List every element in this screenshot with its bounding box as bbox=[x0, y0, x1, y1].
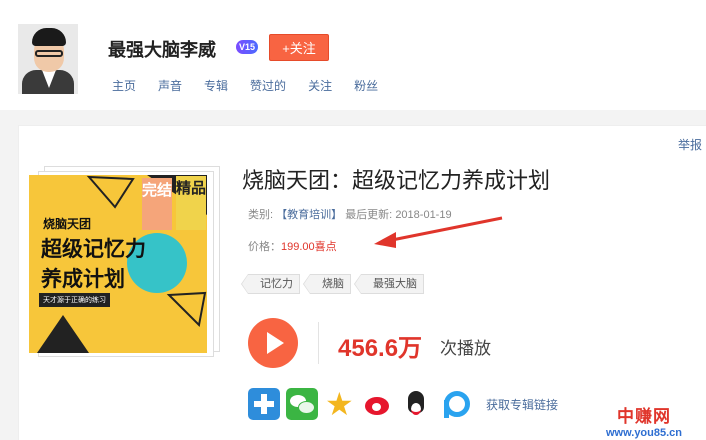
nav-item-liked[interactable]: 赞过的 bbox=[250, 77, 286, 94]
annotation-arrow bbox=[374, 216, 503, 248]
watermark-name: 中赚网 bbox=[617, 407, 671, 426]
divider bbox=[318, 322, 319, 364]
cover-triangle-outline bbox=[86, 175, 135, 209]
cover-triangle-right bbox=[166, 291, 207, 328]
completed-badge: 完结 bbox=[142, 178, 172, 230]
arrow-head bbox=[374, 232, 396, 248]
arrow-shaft bbox=[391, 216, 503, 242]
price-value: 199.00喜点 bbox=[281, 241, 337, 253]
nav-item-following[interactable]: 关注 bbox=[308, 77, 332, 94]
report-link[interactable]: 举报 bbox=[678, 136, 702, 153]
play-button[interactable] bbox=[248, 318, 298, 368]
profile-nav: 主页 声音 专辑 赞过的 关注 粉丝 bbox=[112, 77, 400, 94]
qq-icon[interactable] bbox=[400, 388, 432, 420]
nav-item-fans[interactable]: 粉丝 bbox=[354, 77, 378, 94]
qzone-icon[interactable] bbox=[324, 385, 356, 423]
cover-triangle-bottom bbox=[37, 315, 89, 353]
follow-button[interactable]: +关注 bbox=[269, 34, 329, 61]
play-count-label: 次播放 bbox=[440, 339, 491, 358]
price: 价格：199.00喜点 bbox=[248, 238, 337, 254]
price-label: 价格： bbox=[248, 241, 281, 253]
tag-brain-burn[interactable]: 烧脑 bbox=[303, 274, 351, 294]
wechat-icon[interactable] bbox=[286, 388, 318, 420]
weibo-icon[interactable] bbox=[362, 388, 394, 420]
cover-title-line1: 超级记忆力 bbox=[41, 238, 146, 261]
play-count: 456.6万 bbox=[338, 335, 423, 362]
avatar-glasses bbox=[35, 50, 63, 57]
premium-badge: 精品 bbox=[176, 176, 206, 230]
get-album-link[interactable]: 获取专辑链接 bbox=[486, 396, 558, 413]
avatar-hair bbox=[32, 28, 66, 46]
album-tags: 记忆力 烧脑 最强大脑 bbox=[241, 274, 434, 294]
category-label: 类别: bbox=[248, 209, 274, 221]
tag-strongest-brain[interactable]: 最强大脑 bbox=[354, 274, 424, 294]
plus-share-icon[interactable] bbox=[248, 388, 280, 420]
watermark-url: www.you85.cn bbox=[606, 427, 683, 439]
watermark: 中赚网 www.you85.cn bbox=[606, 402, 682, 439]
level-badge: V15 bbox=[236, 40, 258, 54]
album-title: 烧脑天团：超级记忆力养成计划 bbox=[242, 168, 551, 193]
avatar[interactable] bbox=[18, 24, 78, 94]
pin-icon[interactable] bbox=[438, 388, 470, 420]
tag-memory[interactable]: 记忆力 bbox=[241, 274, 300, 294]
nav-item-albums[interactable]: 专辑 bbox=[204, 77, 228, 94]
cover-subtitle: 天才源于正确的练习 bbox=[39, 293, 110, 307]
category-link[interactable]: 【教育培训】 bbox=[276, 209, 342, 221]
nav-item-sounds[interactable]: 声音 bbox=[158, 77, 182, 94]
share-bar bbox=[248, 385, 476, 423]
cover-small-title: 烧脑天团 bbox=[43, 217, 92, 231]
cover-title-line2: 养成计划 bbox=[41, 268, 125, 291]
nav-item-home[interactable]: 主页 bbox=[112, 77, 136, 94]
username[interactable]: 最强大脑李威 bbox=[108, 36, 216, 62]
